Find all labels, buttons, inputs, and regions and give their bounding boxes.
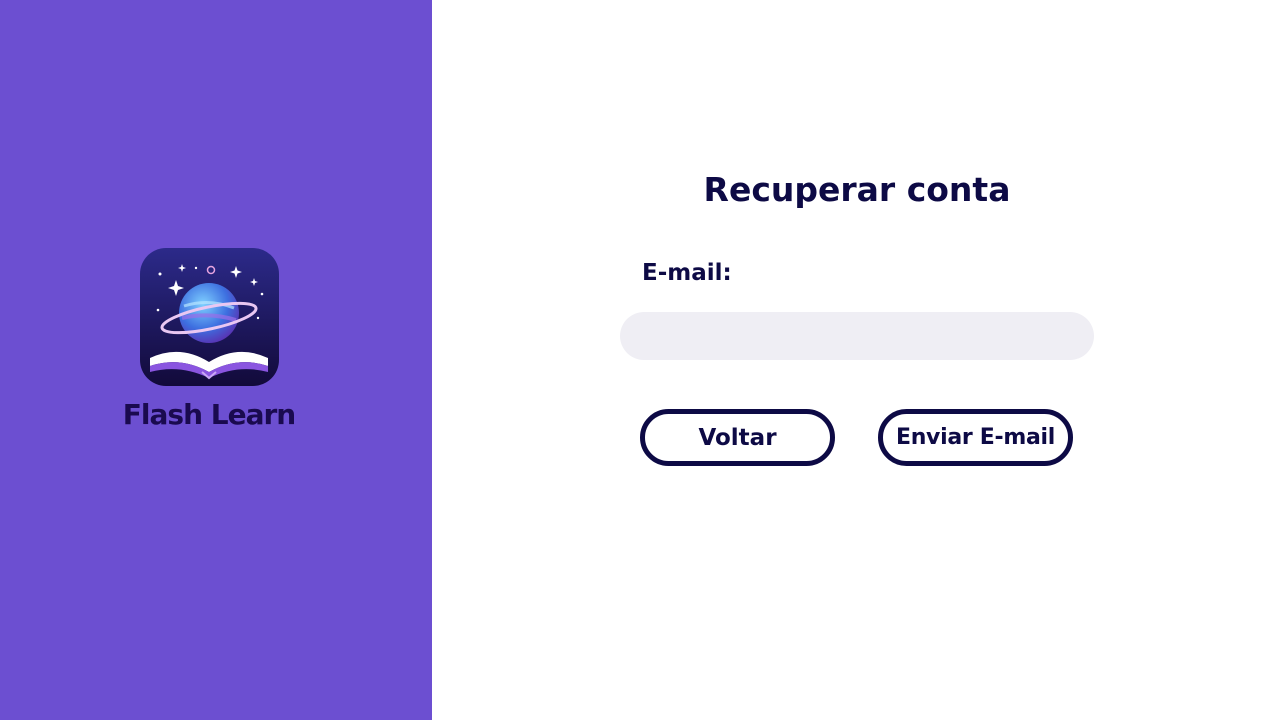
flash-learn-logo-icon [140,248,279,386]
back-button[interactable]: Voltar [640,409,835,466]
brand-panel: Flash Learn [0,0,432,720]
recovery-form-panel: Recuperar conta E-mail: Voltar Enviar E-… [432,0,1280,720]
page-title: Recuperar conta [703,170,1011,209]
email-label: E-mail: [642,260,732,286]
brand-name: Flash Learn [122,398,296,431]
send-email-button[interactable]: Enviar E-mail [878,409,1073,466]
email-field[interactable] [620,312,1094,360]
